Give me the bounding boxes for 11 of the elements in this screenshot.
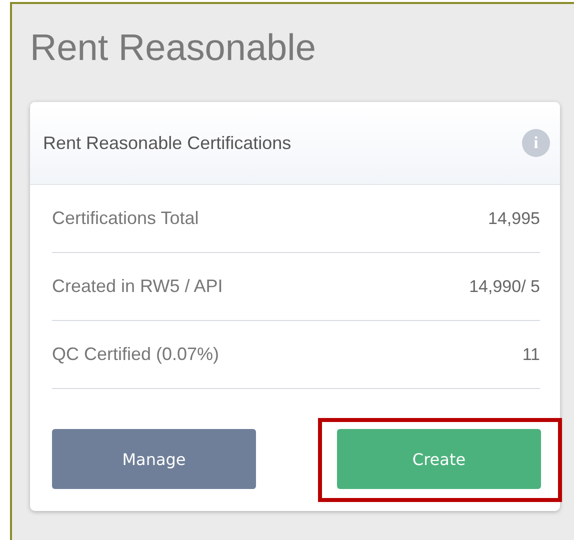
stat-value: 11 (522, 344, 540, 364)
stat-label: QC Certified (0.07%) (52, 344, 220, 365)
info-icon[interactable]: i (522, 129, 550, 157)
manage-button[interactable]: Manage (52, 429, 256, 489)
page-title: Rent Reasonable (30, 26, 317, 70)
stat-value: 14,990/ 5 (469, 276, 540, 296)
stat-value: 14,995 (488, 208, 540, 228)
create-button[interactable]: Create (337, 429, 541, 489)
stat-label: Certifications Total (52, 208, 199, 229)
stat-label: Created in RW5 / API (52, 276, 223, 297)
card-title: Rent Reasonable Certifications (43, 132, 292, 154)
